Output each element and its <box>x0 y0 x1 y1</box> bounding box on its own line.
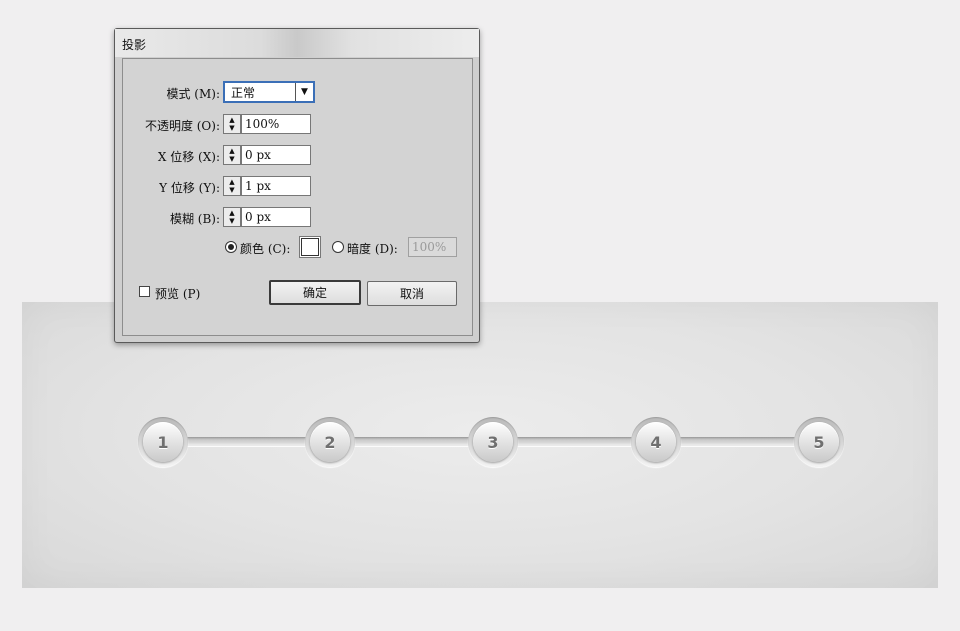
step-number: 4 <box>650 432 662 452</box>
y-offset-label: Y 位移 (Y): <box>159 181 220 195</box>
dialog-body: 模式 (M): 正常 ▼ 不透明度 (O): ▲ ▼ 100% X 位移 (X):… <box>122 58 473 336</box>
step-2[interactable]: 2 <box>305 417 355 467</box>
color-radio[interactable] <box>225 241 237 253</box>
darkness-label: 暗度 (D): <box>347 242 398 256</box>
blur-input[interactable]: 0 px <box>241 207 311 227</box>
blur-spinner[interactable]: ▲ ▼ <box>223 207 241 227</box>
cancel-button[interactable]: 取消 <box>367 281 457 306</box>
x-offset-input[interactable]: 0 px <box>241 145 311 165</box>
mode-select[interactable]: 正常 ▼ <box>223 81 315 103</box>
step-number: 2 <box>324 432 336 452</box>
blur-label: 模糊 (B): <box>169 212 220 226</box>
step-number: 3 <box>487 432 499 452</box>
ok-button[interactable]: 确定 <box>269 280 361 305</box>
step-knob: 1 <box>143 422 183 462</box>
opacity-spinner[interactable]: ▲ ▼ <box>223 114 241 134</box>
step-knob: 5 <box>799 422 839 462</box>
color-swatch[interactable] <box>301 238 319 256</box>
spin-up-icon: ▲ <box>229 116 235 124</box>
dialog-title[interactable]: 投影 <box>115 29 479 57</box>
mode-label: 模式 (M): <box>166 87 220 101</box>
x-offset-spinner[interactable]: ▲ ▼ <box>223 145 241 165</box>
step-number: 1 <box>157 432 169 452</box>
step-5[interactable]: 5 <box>794 417 844 467</box>
y-offset-input[interactable]: 1 px <box>241 176 311 196</box>
color-label: 颜色 (C): <box>240 242 291 256</box>
step-number: 5 <box>813 432 825 452</box>
spin-up-icon: ▲ <box>229 178 235 186</box>
x-offset-label: X 位移 (X): <box>157 150 220 164</box>
step-3[interactable]: 3 <box>468 417 518 467</box>
spin-down-icon: ▼ <box>229 124 235 132</box>
spin-down-icon: ▼ <box>229 217 235 225</box>
opacity-input[interactable]: 100% <box>241 114 311 134</box>
darkness-input: 100% <box>408 237 457 257</box>
spin-up-icon: ▲ <box>229 147 235 155</box>
drop-shadow-dialog: 投影 模式 (M): 正常 ▼ 不透明度 (O): ▲ ▼ 100% X 位移 (… <box>114 28 480 343</box>
darkness-radio[interactable] <box>332 241 344 253</box>
mode-value: 正常 <box>231 85 256 100</box>
preview-checkbox[interactable] <box>139 286 150 297</box>
step-knob: 2 <box>310 422 350 462</box>
spin-down-icon: ▼ <box>229 155 235 163</box>
spin-down-icon: ▼ <box>229 186 235 194</box>
preview-label: 预览 (P) <box>155 287 201 301</box>
step-1[interactable]: 1 <box>138 417 188 467</box>
opacity-label: 不透明度 (O): <box>144 119 220 133</box>
chevron-down-icon: ▼ <box>295 83 313 101</box>
step-knob: 3 <box>473 422 513 462</box>
spin-up-icon: ▲ <box>229 209 235 217</box>
step-4[interactable]: 4 <box>631 417 681 467</box>
y-offset-spinner[interactable]: ▲ ▼ <box>223 176 241 196</box>
step-knob: 4 <box>636 422 676 462</box>
